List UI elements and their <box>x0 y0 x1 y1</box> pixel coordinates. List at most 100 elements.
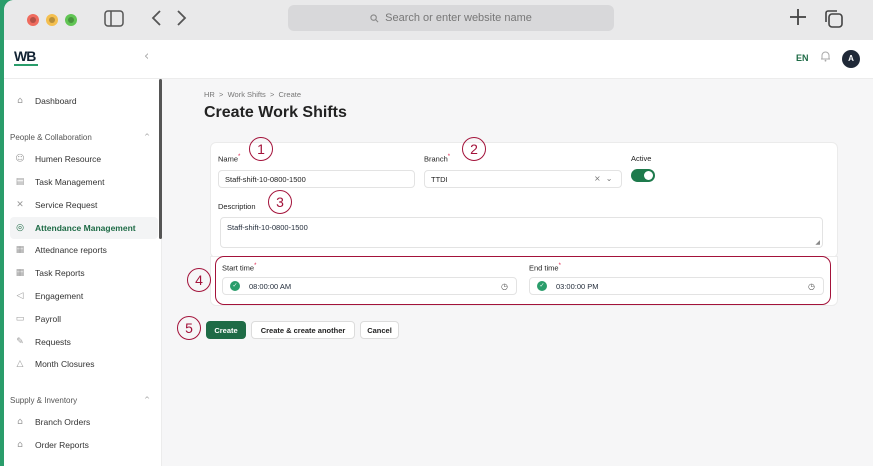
required-mark: * <box>238 154 241 160</box>
app-header: WB <box>4 40 873 79</box>
clipboard-icon: ▤ <box>15 177 25 187</box>
annotation-marker-5: 5 <box>177 316 201 340</box>
sidebar-item-service-request[interactable]: ✕ Service Request <box>10 194 158 216</box>
sidebar-item-month-closures[interactable]: △ Month Closures <box>10 353 158 375</box>
name-input[interactable]: Staff-shift-10-0800-1500 <box>218 170 415 188</box>
brand-logo[interactable]: WB <box>14 49 42 69</box>
logo-bar <box>14 64 38 66</box>
resize-handle-icon[interactable]: ◢ <box>815 239 820 246</box>
search-icon <box>370 13 379 22</box>
sidebar-item-label: Attendance Management <box>35 223 136 233</box>
sidebar-item-payroll[interactable]: ▭ Payroll <box>10 308 158 330</box>
sidebar-item-attednance-reports[interactable]: ▦ Attednance reports <box>10 239 158 261</box>
cancel-button[interactable]: Cancel <box>360 321 399 339</box>
sidebar-item-label: Engagement <box>35 291 84 301</box>
users-icon: ☺ <box>15 154 25 164</box>
sidebar-item-label: Dashboard <box>35 96 77 106</box>
branch-label: Branch* <box>424 154 450 164</box>
branch-label-text: Branch <box>424 154 448 164</box>
clear-icon[interactable]: × <box>594 174 601 183</box>
sidebar-item-requests[interactable]: ✎ Requests <box>10 331 158 353</box>
sidebar-item-label: Task Reports <box>35 268 85 278</box>
name-label: Name* <box>218 154 240 164</box>
page-title: Create Work Shifts <box>204 104 347 121</box>
notification-bell-icon[interactable] <box>820 50 831 65</box>
sidebar-item-label: Requests <box>35 337 71 347</box>
chevron-down-icon[interactable]: ⌄ <box>606 174 613 183</box>
new-tab-icon[interactable] <box>787 6 809 32</box>
address-bar-placeholder: Search or enter website name <box>385 12 532 24</box>
branch-select[interactable]: TTDI <box>424 170 622 188</box>
sidebar-item-label: Month Closures <box>35 359 95 369</box>
collapse-sidebar-icon[interactable]: ‹ <box>144 49 149 64</box>
maximize-window-button[interactable] <box>65 14 77 26</box>
sidebar-item-task-reports[interactable]: ▦ Task Reports <box>10 262 158 284</box>
language-switcher[interactable]: EN <box>796 53 809 63</box>
sidebar-section-people[interactable]: People & Collaboration ^ <box>10 133 150 142</box>
description-textarea[interactable]: Staff-shift-10-0800-1500 ◢ <box>220 217 823 248</box>
time-highlight-box <box>215 256 831 305</box>
report-icon: ▦ <box>15 268 25 278</box>
active-label: Active <box>631 154 652 163</box>
annotation-marker-1: 1 <box>249 137 273 161</box>
report-icon: ▦ <box>15 245 25 255</box>
toggle-knob <box>644 171 653 180</box>
annotation-marker-4: 4 <box>187 268 211 292</box>
sidebar: ⌂ Dashboard People & Collaboration ^ ☺ H… <box>4 79 162 466</box>
browser-toolbar: Search or enter website name <box>4 0 873 41</box>
lock-icon: △ <box>16 359 24 369</box>
create-another-button[interactable]: Create & create another <box>251 321 355 339</box>
sidebar-toggle-icon[interactable] <box>104 10 124 31</box>
sidebar-item-humen-resource[interactable]: ☺ Humen Resource <box>10 148 158 170</box>
sidebar-item-label: Task Management <box>35 177 105 187</box>
breadcrumb: HR > Work Shifts > Create <box>204 90 301 99</box>
back-icon[interactable] <box>150 9 162 31</box>
name-label-text: Name <box>218 154 239 164</box>
branch-select-controls: × ⌄ <box>594 174 613 183</box>
home-icon: ⌂ <box>17 96 23 106</box>
breadcrumb-item-hr[interactable]: HR <box>204 90 215 99</box>
megaphone-icon: ◁ <box>16 291 24 301</box>
breadcrumb-separator: > <box>269 90 275 99</box>
sidebar-item-order-reports[interactable]: ⌂ Order Reports <box>10 434 158 456</box>
breadcrumb-item-work-shifts[interactable]: Work Shifts <box>228 90 266 99</box>
tools-icon: ✕ <box>16 200 24 210</box>
tabs-icon[interactable] <box>823 8 845 34</box>
payroll-icon: ▭ <box>15 314 25 324</box>
sidebar-item-engagement[interactable]: ◁ Engagement <box>10 285 158 307</box>
bag-icon: ⌂ <box>17 440 23 450</box>
sidebar-section-title: Supply & Inventory <box>10 396 78 405</box>
sidebar-item-label: Service Request <box>35 200 98 210</box>
sidebar-item-task-management[interactable]: ▤ Task Management <box>10 171 158 193</box>
fingerprint-icon: ◎ <box>16 223 24 233</box>
minimize-window-button[interactable] <box>46 14 58 26</box>
sidebar-scrollbar[interactable] <box>159 79 162 239</box>
description-value: Staff-shift-10-0800-1500 <box>227 223 308 232</box>
forward-icon[interactable] <box>176 9 188 31</box>
required-mark: * <box>447 154 451 160</box>
sidebar-item-label: Humen Resource <box>35 154 102 164</box>
sidebar-item-label: Order Reports <box>35 440 89 450</box>
address-bar[interactable]: Search or enter website name <box>288 5 614 31</box>
sidebar-item-label: Payroll <box>35 314 61 324</box>
annotation-marker-2: 2 <box>462 137 486 161</box>
sidebar-section-title: People & Collaboration <box>10 133 92 142</box>
sidebar-section-supply[interactable]: Supply & Inventory ^ <box>10 396 150 405</box>
logo-text: WB <box>14 48 36 64</box>
sidebar-item-label: Branch Orders <box>35 417 91 427</box>
edit-icon: ✎ <box>16 337 24 347</box>
user-avatar[interactable]: A <box>842 50 860 68</box>
annotation-marker-3: 3 <box>268 190 292 214</box>
create-button[interactable]: Create <box>206 321 246 339</box>
chevron-up-icon: ^ <box>144 133 150 141</box>
bag-icon: ⌂ <box>17 417 23 427</box>
active-toggle[interactable] <box>631 169 655 182</box>
sidebar-item-branch-orders[interactable]: ⌂ Branch Orders <box>10 411 158 433</box>
sidebar-item-attendance-management[interactable]: ◎ Attendance Management <box>10 217 158 239</box>
chevron-up-icon: ^ <box>144 396 150 404</box>
sidebar-item-label: Attednance reports <box>35 245 107 255</box>
sidebar-item-dashboard[interactable]: ⌂ Dashboard <box>10 90 158 112</box>
close-window-button[interactable] <box>27 14 39 26</box>
breadcrumb-item-create: Create <box>278 90 302 99</box>
browser-window: Search or enter website name WB ‹ EN A ⌂… <box>4 0 873 466</box>
